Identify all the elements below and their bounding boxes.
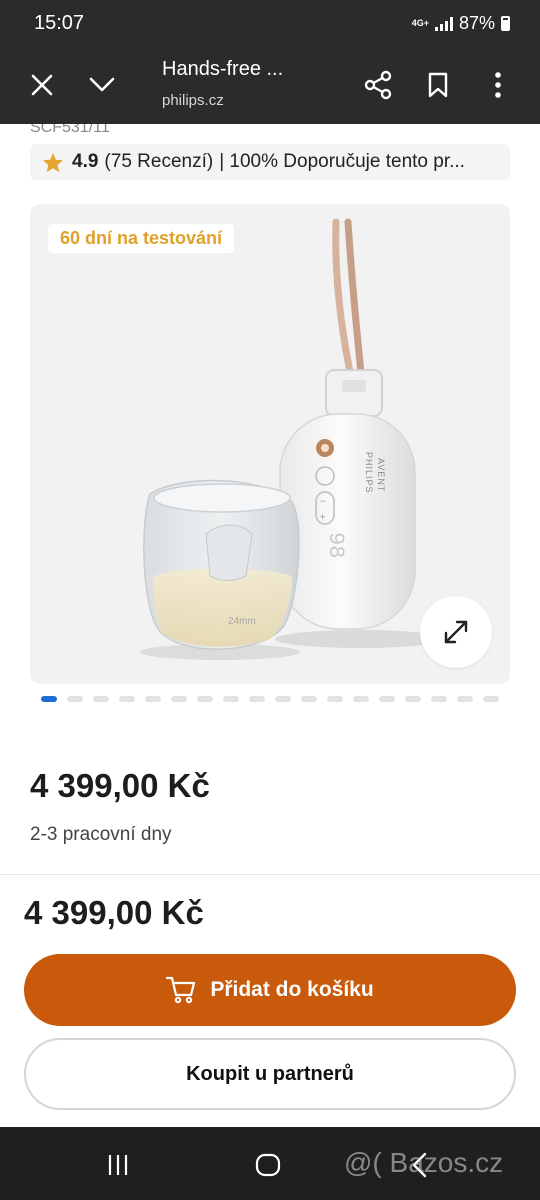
gallery-dot[interactable] <box>275 696 291 702</box>
gallery-dot[interactable] <box>197 696 213 702</box>
svg-text:24mm: 24mm <box>228 616 256 627</box>
gallery-dot[interactable] <box>405 696 421 702</box>
page-url[interactable]: philips.cz <box>162 92 224 109</box>
gallery-dot[interactable] <box>119 696 135 702</box>
buy-from-partner-button[interactable]: Koupit u partnerů <box>24 1038 516 1110</box>
gallery-dot[interactable] <box>431 696 447 702</box>
expand-icon <box>444 620 468 644</box>
trial-badge: 60 dní na testování <box>48 224 235 253</box>
recents-icon[interactable] <box>98 1145 138 1185</box>
cart-icon <box>166 976 196 1004</box>
home-icon[interactable] <box>248 1145 288 1185</box>
sticky-price: 4 399,00 Kč <box>24 894 204 931</box>
svg-text:98: 98 <box>323 532 348 558</box>
browser-toolbar: Hands-free ... philips.cz <box>0 46 540 124</box>
delivery-time: 2-3 pracovní dny <box>30 824 172 845</box>
gallery-dot[interactable] <box>457 696 473 702</box>
review-count[interactable]: (75 Recenzí) <box>104 151 213 173</box>
svg-text:AVENT: AVENT <box>376 458 386 492</box>
gallery-dot[interactable] <box>353 696 369 702</box>
page-title[interactable]: Hands-free ... <box>162 58 283 81</box>
status-icons: 4G+ 87% <box>412 13 510 34</box>
buy-from-partner-label: Koupit u partnerů <box>186 1062 354 1085</box>
screen: 15:07 4G+ 87% Hands-free ... philips.cz <box>0 0 540 1200</box>
gallery-dot[interactable] <box>301 696 317 702</box>
add-to-cart-label: Přidat do košíku <box>210 978 374 1001</box>
web-page: SCF531/11 4.9 (75 Recenzí) | 100% Doporu… <box>0 124 540 1127</box>
svg-text:+: + <box>320 512 325 522</box>
gallery-dot[interactable] <box>67 696 83 702</box>
rating-bar[interactable]: 4.9 (75 Recenzí) | 100% Doporučuje tento… <box>30 144 510 180</box>
gallery-dot[interactable] <box>327 696 343 702</box>
gallery-dot[interactable] <box>171 696 187 702</box>
product-sku: SCF531/11 <box>30 124 110 136</box>
product-image-gallery[interactable]: − + PHILIPS AVENT 98 24mm 60 dní na test… <box>30 204 510 684</box>
svg-text:−: − <box>320 496 325 506</box>
status-time: 15:07 <box>34 12 85 34</box>
star-icon <box>42 152 64 173</box>
more-vert-icon[interactable] <box>478 65 518 105</box>
network-type: 4G+ <box>411 18 429 28</box>
gallery-pagination[interactable] <box>41 696 499 702</box>
gallery-dot[interactable] <box>249 696 265 702</box>
gallery-dot[interactable] <box>223 696 239 702</box>
battery-icon <box>501 16 510 31</box>
chevron-down-icon[interactable] <box>82 65 122 105</box>
watermark-text: @( Bazos.cz <box>344 1147 504 1178</box>
expand-image-button[interactable] <box>420 596 492 668</box>
product-price: 4 399,00 Kč <box>30 767 210 804</box>
status-bar: 15:07 4G+ 87% <box>0 0 540 46</box>
gallery-dot[interactable] <box>93 696 109 702</box>
divider <box>0 874 540 875</box>
recommend-text: | 100% Doporučuje tento pr... <box>219 151 465 172</box>
battery-percent: 87% <box>458 13 495 33</box>
gallery-dot[interactable] <box>41 696 57 702</box>
gallery-dot[interactable] <box>483 696 499 702</box>
close-icon[interactable] <box>22 65 62 105</box>
share-icon[interactable] <box>358 65 398 105</box>
signal-icon <box>434 16 453 31</box>
gallery-dot[interactable] <box>145 696 161 702</box>
rating-score: 4.9 <box>72 151 99 172</box>
bookmark-icon[interactable] <box>418 65 458 105</box>
add-to-cart-button[interactable]: Přidat do košíku <box>24 954 516 1026</box>
gallery-dot[interactable] <box>379 696 395 702</box>
system-nav-bar: @( Bazos.cz <box>0 1127 540 1200</box>
svg-text:PHILIPS: PHILIPS <box>364 452 374 494</box>
